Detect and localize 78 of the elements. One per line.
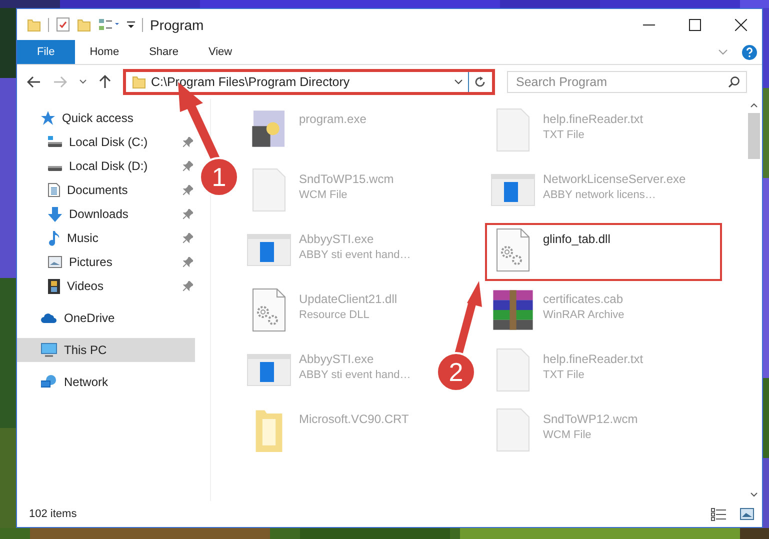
file-name: Microsoft.VC90.CRT — [299, 412, 409, 426]
file-type: TXT File — [543, 369, 586, 381]
file-type: ABBY sti event hand… — [299, 249, 411, 261]
help-icon[interactable] — [742, 44, 757, 60]
pin-icon[interactable] — [183, 185, 193, 195]
film-icon — [48, 278, 60, 294]
sidebar-item[interactable]: This PC — [17, 338, 195, 362]
pin-icon[interactable] — [183, 257, 193, 267]
sidebar-item[interactable]: Local Disk (C:) — [17, 130, 195, 154]
pictures-icon — [48, 256, 62, 268]
scroll-up-icon[interactable] — [750, 103, 758, 108]
up-arrow-icon[interactable] — [99, 75, 111, 89]
ribbon-tab[interactable]: Share — [134, 40, 194, 64]
dropdown-icon[interactable] — [454, 79, 463, 85]
file-name: help.fineReader.txt — [543, 112, 644, 126]
back-arrow-icon[interactable] — [27, 76, 41, 88]
ribbon-tab[interactable]: Home — [74, 40, 134, 64]
sidebar-item[interactable]: Music — [17, 226, 195, 250]
file-type: WinRAR Archive — [543, 309, 624, 321]
sidebar-item[interactable]: Videos — [17, 274, 195, 298]
archive-icon — [491, 288, 535, 332]
file-type: ABBY sti event hand… — [299, 369, 411, 381]
refresh-icon[interactable] — [474, 76, 486, 88]
file-name: SndToWP12.wcm — [543, 412, 638, 426]
file-name: glinfo_tab.dll — [543, 232, 610, 246]
sidebar-item[interactable]: Pictures — [17, 250, 195, 274]
ribbon-tab[interactable]: File — [17, 40, 75, 64]
sidebar-item[interactable]: Network — [17, 370, 195, 394]
monitor-icon — [41, 343, 57, 357]
download-arrow-icon — [48, 206, 62, 222]
file-name: AbbyySTI.exe — [299, 352, 375, 366]
maximize-icon[interactable] — [689, 18, 701, 30]
sidebar-item[interactable]: Documents — [17, 178, 195, 202]
file-name: NetworkLicenseServer.exe — [543, 172, 686, 186]
drive-icon — [48, 136, 62, 148]
search-icon — [728, 76, 740, 88]
pin-icon[interactable] — [183, 233, 193, 243]
folder-icon — [132, 75, 146, 89]
file-type: Resource DLL — [299, 309, 370, 321]
details-view-icon[interactable] — [711, 508, 726, 520]
close-icon[interactable] — [735, 18, 747, 30]
window-title: Program — [150, 16, 204, 32]
sidebar-item[interactable]: Local Disk (D:) — [17, 154, 195, 178]
cloud-icon — [41, 313, 57, 323]
sidebar-item[interactable]: Quick access — [17, 106, 195, 130]
search-field[interactable]: Search Program — [507, 71, 747, 93]
file-name: SndToWP15.wcm — [299, 172, 394, 186]
sidebar-item[interactable]: OneDrive — [17, 306, 195, 330]
file-name: UpdateClient21.dll — [299, 292, 398, 306]
file-type: ABBY network licens… — [543, 189, 657, 201]
address-path: C:\Program Files\Program Directory — [151, 75, 351, 89]
file-name: certificates.cab — [543, 292, 624, 306]
large-icons-view-icon[interactable] — [740, 508, 754, 520]
star-icon — [41, 111, 55, 125]
file-name: AbbyySTI.exe — [299, 232, 375, 246]
document-icon — [48, 183, 60, 197]
file-name: help.fineReader.txt — [543, 352, 644, 366]
caret-icon[interactable] — [127, 20, 135, 30]
properties-icon[interactable] — [98, 18, 120, 32]
file-item[interactable]: glinfo_tab.dll — [485, 223, 722, 281]
chevron-icon[interactable] — [718, 49, 728, 55]
item-count: 102 items — [29, 508, 77, 520]
pin-icon[interactable] — [183, 137, 193, 147]
address-field[interactable]: C:\Program Files\Program Directory — [123, 69, 495, 95]
sidebar-item[interactable]: Downloads — [17, 202, 195, 226]
pin-icon[interactable] — [183, 161, 193, 171]
scroll-down-icon[interactable] — [750, 492, 758, 497]
pin-icon[interactable] — [183, 209, 193, 219]
file-type: WCM File — [543, 429, 592, 441]
pin-icon[interactable] — [183, 281, 193, 291]
music-note-icon — [48, 230, 60, 246]
ribbon-tab[interactable]: View — [193, 40, 248, 64]
scrollbar-thumb[interactable] — [748, 113, 760, 159]
checklist-icon[interactable] — [56, 17, 70, 32]
file-type: TXT File — [543, 129, 586, 141]
file-type: WCM File — [299, 189, 348, 201]
file-name: program.exe — [299, 112, 366, 126]
network-icon — [41, 375, 57, 389]
